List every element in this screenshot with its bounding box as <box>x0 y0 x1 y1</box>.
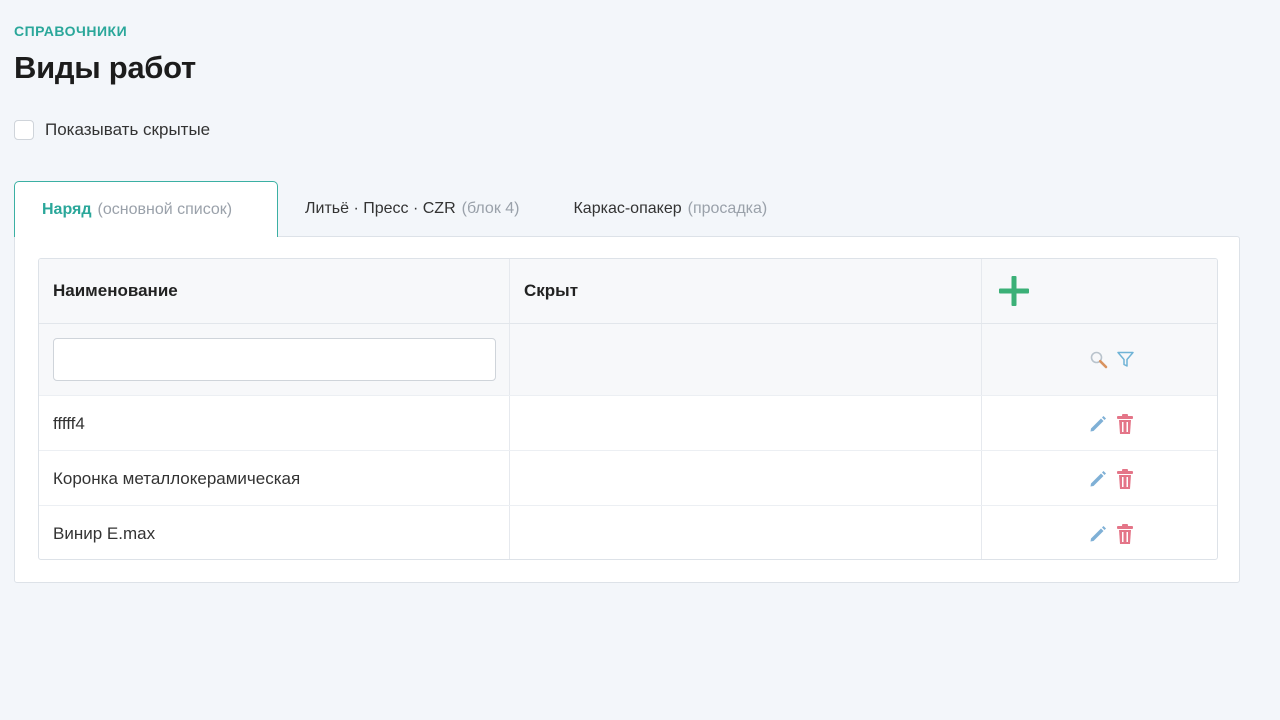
cell-name: fffff4 <box>39 396 510 451</box>
tab-label: Литьё · Пресс · CZR <box>305 200 456 217</box>
cell-hidden <box>510 396 982 451</box>
cell-hidden <box>510 451 982 506</box>
plus-icon[interactable] <box>997 274 1031 308</box>
filter-cell-name <box>39 324 510 395</box>
name-filter-input[interactable] <box>53 338 496 381</box>
trash-icon[interactable] <box>1115 468 1135 490</box>
table-row[interactable]: Винир E.max <box>39 505 1217 559</box>
tab-karkas-opaker[interactable]: Каркас-опакер (просадка) <box>546 181 794 237</box>
cell-actions <box>982 396 1217 451</box>
tab-label: Каркас-опакер <box>573 200 682 217</box>
cell-hidden <box>510 506 982 559</box>
pencil-icon[interactable] <box>1088 524 1108 544</box>
filter-cell-hidden <box>510 324 982 395</box>
tab-note: (блок 4) <box>461 200 520 217</box>
data-grid: Наименование Скрыт fffff4 Коронка металл… <box>38 258 1218 560</box>
cell-name: Винир E.max <box>39 506 510 559</box>
table-header: Наименование Скрыт <box>39 259 1217 324</box>
actions-header <box>982 259 1217 323</box>
table-row[interactable]: fffff4 <box>39 395 1217 451</box>
cell-actions <box>982 451 1217 506</box>
cell-name: Коронка металлокерамическая <box>39 451 510 506</box>
show-hidden-toggle[interactable]: Показывать скрытые <box>14 120 210 140</box>
filter-icon[interactable] <box>1116 350 1135 369</box>
tab-note: (просадка) <box>687 200 768 217</box>
show-hidden-label: Показывать скрытые <box>45 120 211 139</box>
cell-actions <box>982 506 1217 559</box>
trash-icon[interactable] <box>1115 523 1135 545</box>
search-icon[interactable] <box>1089 350 1108 369</box>
trash-icon[interactable] <box>1115 413 1135 435</box>
tab-naryad[interactable]: Наряд (основной список) <box>14 181 278 237</box>
tab-panel: Наименование Скрыт fffff4 Коронка металл… <box>14 236 1240 583</box>
column-header-hidden[interactable]: Скрыт <box>510 259 982 323</box>
tab-note: (основной список) <box>97 200 233 218</box>
breadcrumb: СПРАВОЧНИКИ <box>14 23 128 39</box>
tab-bar: Наряд (основной список) Литьё · Пресс · … <box>14 181 794 237</box>
pencil-icon[interactable] <box>1088 414 1108 434</box>
tab-label: Наряд <box>42 200 92 218</box>
page-title: Виды работ <box>14 50 196 85</box>
pencil-icon[interactable] <box>1088 469 1108 489</box>
tab-lite-press-czr[interactable]: Литьё · Пресс · CZR (блок 4) <box>278 181 546 237</box>
column-header-name[interactable]: Наименование <box>39 259 510 323</box>
filter-row <box>39 324 1217 395</box>
table-row[interactable]: Коронка металлокерамическая <box>39 450 1217 506</box>
filter-cell-actions <box>982 324 1217 395</box>
show-hidden-checkbox[interactable] <box>14 120 34 140</box>
